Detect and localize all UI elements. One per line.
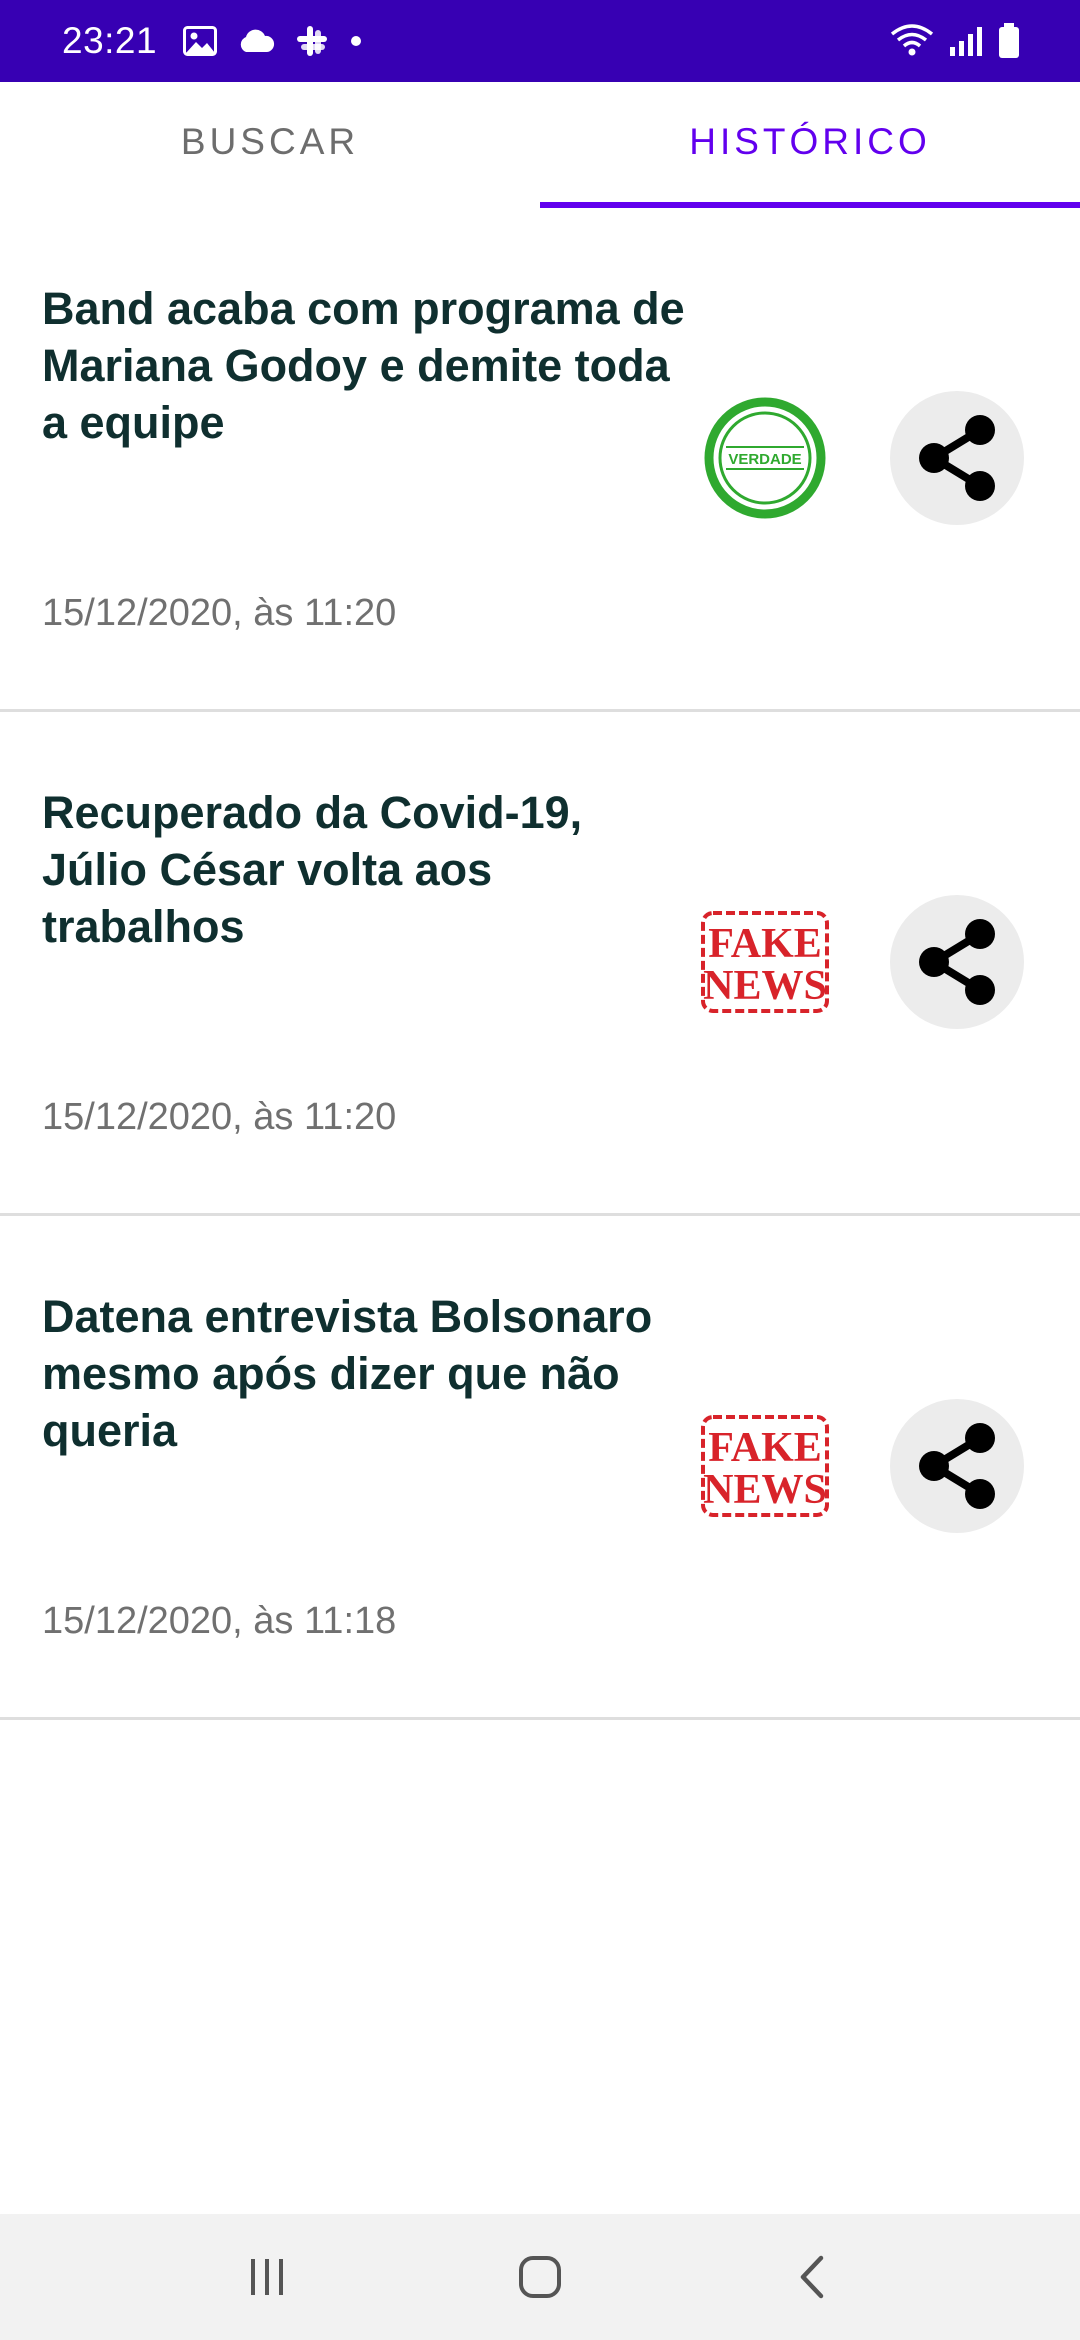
status-bar: 23:21: [0, 0, 1080, 82]
fake-news-stamp-icon: FAKE NEWS: [700, 1401, 830, 1531]
share-button[interactable]: [890, 895, 1024, 1029]
back-button[interactable]: [763, 2227, 863, 2327]
share-button[interactable]: [890, 1399, 1024, 1533]
slack-icon: [295, 24, 329, 58]
share-icon: [919, 919, 995, 1005]
news-title: Datena entrevista Bolsonaro mesmo após d…: [42, 1291, 653, 1456]
news-date: 15/12/2020, às 11:18: [42, 1600, 397, 1642]
verdade-badge-text: VERDADE: [728, 451, 801, 468]
share-icon: [919, 415, 995, 501]
fake-news-stamp-icon: FAKE NEWS: [700, 897, 830, 1027]
image-icon: [183, 26, 218, 56]
news-title: Recuperado da Covid-19, Júlio César volt…: [42, 787, 583, 952]
recent-apps-button[interactable]: [217, 2227, 317, 2327]
history-item[interactable]: Band acaba com programa de Mariana Godoy…: [0, 208, 1080, 712]
fake-badge-line2: NEWS: [703, 963, 827, 1009]
share-button[interactable]: [890, 391, 1024, 525]
fake-badge-line1: FAKE: [708, 921, 822, 967]
verdade-stamp-icon: VERDADE: [700, 393, 830, 523]
tab-historico[interactable]: HISTÓRICO: [540, 82, 1080, 208]
tab-buscar[interactable]: BUSCAR: [0, 82, 540, 208]
news-title: Band acaba com programa de Mariana Godoy…: [42, 283, 685, 448]
home-icon: [518, 2256, 561, 2298]
fake-badge-line1: FAKE: [708, 1425, 822, 1471]
history-list: Band acaba com programa de Mariana Godoy…: [0, 208, 1080, 1720]
recent-apps-icon: [250, 2259, 283, 2295]
home-button[interactable]: [490, 2227, 590, 2327]
dot-icon: [349, 34, 363, 48]
tab-bar: BUSCAR HISTÓRICO: [0, 82, 1080, 208]
news-date: 15/12/2020, às 11:20: [42, 592, 397, 634]
navigation-bar: [0, 2214, 1080, 2340]
history-item[interactable]: Recuperado da Covid-19, Júlio César volt…: [0, 712, 1080, 1216]
wifi-icon: [890, 24, 934, 58]
share-icon: [919, 1423, 995, 1509]
status-time: 23:21: [62, 20, 158, 61]
battery-icon: [998, 23, 1020, 59]
signal-icon: [948, 25, 984, 57]
back-icon: [801, 2255, 824, 2299]
fake-badge-line2: NEWS: [703, 1467, 827, 1513]
cloud-icon: [237, 29, 275, 53]
news-date: 15/12/2020, às 11:20: [42, 1096, 397, 1138]
history-item[interactable]: Datena entrevista Bolsonaro mesmo após d…: [0, 1216, 1080, 1720]
